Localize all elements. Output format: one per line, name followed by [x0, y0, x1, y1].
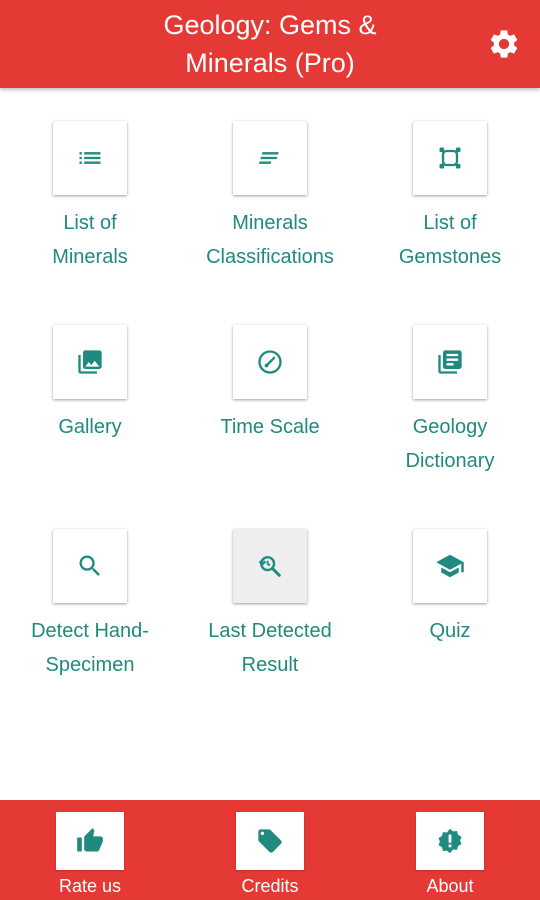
menu-item-label: Geology Dictionary: [405, 416, 495, 472]
menu-item-label: Quiz: [429, 620, 471, 642]
menu-item-list-of-minerals[interactable]: List of Minerals: [0, 88, 180, 278]
menu-item-label: Time Scale: [220, 416, 320, 438]
bottom-nav-label: Rate us: [58, 876, 122, 896]
image-icon: [76, 348, 104, 376]
credits-button[interactable]: Credits: [180, 800, 360, 900]
tag-icon: [256, 827, 284, 855]
menu-item-card: [233, 325, 307, 399]
menu-item-gallery[interactable]: Gallery: [0, 292, 180, 482]
bottom-nav-label: Credits: [241, 876, 299, 896]
bottom-nav-card: [56, 812, 124, 870]
bottom-nav: Rate us Credits About: [0, 800, 540, 900]
menu-item-card: [233, 121, 307, 195]
menu-item-label: Last Detected Result: [208, 620, 332, 676]
library-books-icon: [436, 348, 464, 376]
menu-grid: List of Minerals Minerals Classification…: [0, 88, 540, 800]
search-history-icon: [256, 552, 284, 580]
gem-frame-icon: [436, 144, 464, 172]
menu-item-card: [413, 325, 487, 399]
thumb-up-icon: [76, 827, 104, 855]
menu-item-label: List of Gemstones: [398, 212, 502, 268]
settings-button[interactable]: [486, 26, 522, 62]
menu-item-label: Gallery: [58, 416, 122, 438]
menu-item-time-scale[interactable]: Time Scale: [180, 292, 360, 482]
menu-item-card: [233, 529, 307, 603]
bottom-nav-card: [236, 812, 304, 870]
info-badge-icon: [436, 827, 464, 855]
menu-item-quiz[interactable]: Quiz: [360, 496, 540, 686]
bottom-nav-card: [416, 812, 484, 870]
search-icon: [76, 552, 104, 580]
menu-item-card: [53, 529, 127, 603]
menu-item-card: [53, 325, 127, 399]
menu-item-label: Minerals Classifications: [206, 212, 334, 268]
menu-item-card: [413, 529, 487, 603]
menu-item-last-detected-result[interactable]: Last Detected Result: [180, 496, 360, 686]
menu-item-label: Detect Hand- Specimen: [31, 620, 149, 676]
short-text-icon: [256, 144, 284, 172]
menu-item-minerals-classifications[interactable]: Minerals Classifications: [180, 88, 360, 278]
menu-item-card: [53, 121, 127, 195]
menu-item-card: [413, 121, 487, 195]
graduation-cap-icon: [435, 551, 465, 581]
gear-icon: [487, 27, 521, 61]
rate-us-button[interactable]: Rate us: [0, 800, 180, 900]
about-button[interactable]: About: [360, 800, 540, 900]
menu-item-label: List of Minerals: [52, 212, 128, 268]
menu-item-list-of-gemstones[interactable]: List of Gemstones: [360, 88, 540, 278]
app-bar: Geology: Gems & Minerals (Pro): [0, 0, 540, 88]
bottom-nav-label: About: [426, 876, 474, 896]
menu-item-detect-hand-specimen[interactable]: Detect Hand- Specimen: [0, 496, 180, 686]
app-title: Geology: Gems & Minerals (Pro): [163, 10, 377, 78]
menu-item-geology-dictionary[interactable]: Geology Dictionary: [360, 292, 540, 482]
list-icon: [76, 144, 104, 172]
gauge-icon: [256, 348, 284, 376]
